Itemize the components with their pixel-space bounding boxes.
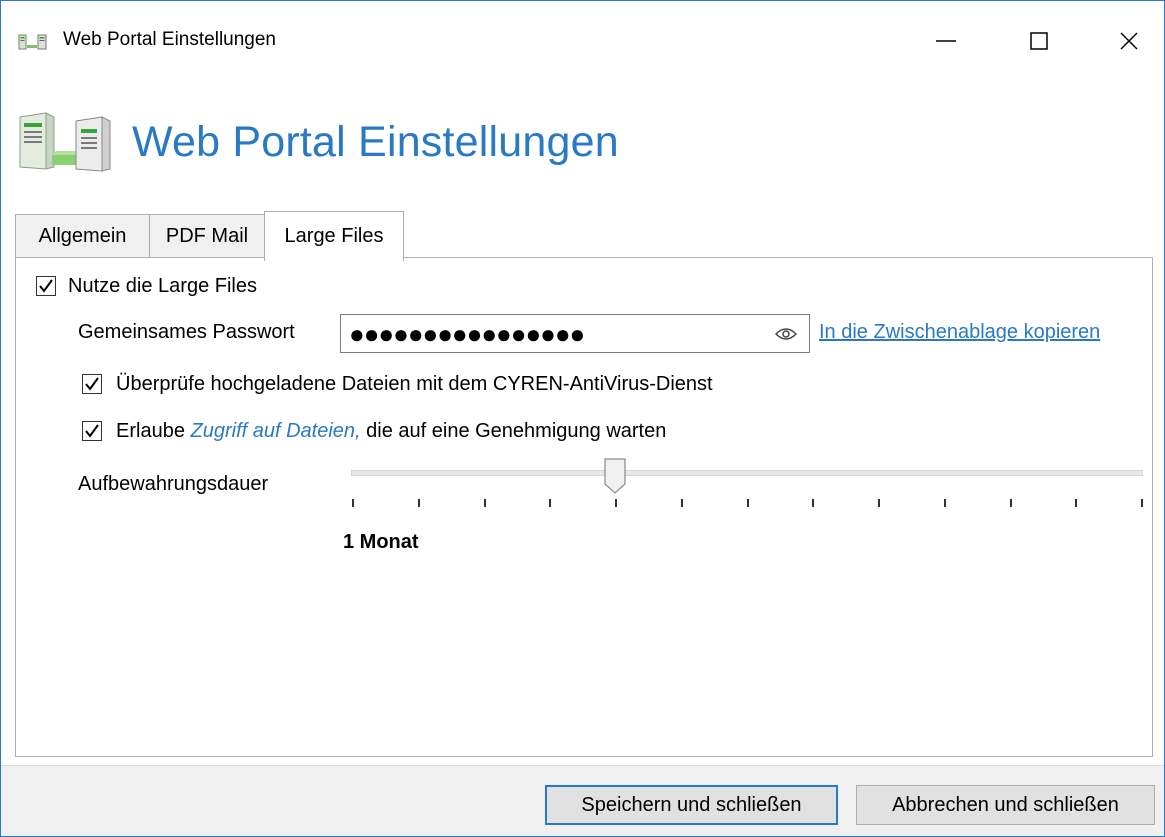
password-field[interactable]: ●●●●●●●●●●●●●●●● bbox=[340, 314, 810, 353]
page-title: Web Portal Einstellungen bbox=[132, 118, 619, 166]
cancel-and-close-button[interactable]: Abbrechen und schließen bbox=[856, 785, 1155, 825]
slider-tick bbox=[681, 499, 683, 507]
server-icon bbox=[19, 112, 111, 172]
use-large-files-checkbox[interactable] bbox=[36, 276, 56, 296]
use-large-files-label[interactable]: Nutze die Large Files bbox=[68, 275, 257, 298]
slider-tick bbox=[418, 499, 420, 507]
eye-icon[interactable] bbox=[775, 326, 797, 342]
slider-tick bbox=[812, 499, 814, 507]
dialog-header: Web Portal Einstellungen bbox=[1, 81, 1164, 201]
slider-tick bbox=[549, 499, 551, 507]
antivirus-checkbox[interactable] bbox=[82, 374, 102, 394]
checkmark-icon bbox=[39, 279, 53, 293]
password-value: ●●●●●●●●●●●●●●●● bbox=[349, 319, 585, 349]
maximize-icon bbox=[1030, 32, 1048, 50]
retention-label: Aufbewahrungsdauer bbox=[78, 473, 269, 495]
allow-access-suffix: die auf eine Genehmigung warten bbox=[360, 420, 667, 442]
slider-tick bbox=[878, 499, 880, 507]
slider-tick bbox=[747, 499, 749, 507]
close-icon bbox=[1120, 32, 1138, 50]
server-icon bbox=[18, 34, 47, 50]
retention-slider-thumb[interactable] bbox=[604, 458, 626, 494]
retention-value: 1 Monat bbox=[343, 531, 419, 553]
save-and-close-button[interactable]: Speichern und schließen bbox=[545, 785, 838, 825]
minimize-button[interactable] bbox=[911, 11, 981, 71]
slider-tick bbox=[484, 499, 486, 507]
tab-allgemein[interactable]: Allgemein bbox=[15, 214, 150, 258]
maximize-button[interactable] bbox=[1004, 11, 1074, 71]
allow-access-prefix: Erlaube bbox=[116, 420, 191, 442]
allow-access-checkbox[interactable] bbox=[82, 421, 102, 441]
allow-access-label[interactable]: Erlaube Zugriff auf Dateien, die auf ein… bbox=[116, 420, 666, 443]
slider-tick bbox=[352, 499, 354, 507]
copy-to-clipboard-link[interactable]: In die Zwischenablage kopieren bbox=[819, 321, 1100, 344]
checkmark-icon bbox=[85, 377, 99, 391]
retention-slider-track[interactable] bbox=[351, 470, 1143, 476]
close-button[interactable] bbox=[1094, 11, 1164, 71]
minimize-icon bbox=[936, 40, 956, 42]
window-title: Web Portal Einstellungen bbox=[63, 29, 276, 50]
title-bar: Web Portal Einstellungen bbox=[1, 1, 1164, 81]
password-label: Gemeinsames Passwort bbox=[78, 321, 295, 343]
slider-tick bbox=[1141, 499, 1143, 507]
tab-large-files[interactable]: Large Files bbox=[264, 211, 404, 261]
slider-tick bbox=[944, 499, 946, 507]
tab-pdf-mail[interactable]: PDF Mail bbox=[149, 214, 265, 258]
settings-window: Web Portal Einstellungen Web Portal Eins… bbox=[0, 0, 1165, 837]
slider-tick bbox=[1075, 499, 1077, 507]
pending-files-link[interactable]: Zugriff auf Dateien, bbox=[191, 420, 361, 442]
antivirus-label[interactable]: Überprüfe hochgeladene Dateien mit dem C… bbox=[116, 373, 713, 396]
slider-tick bbox=[615, 499, 617, 507]
slider-tick bbox=[1010, 499, 1012, 507]
checkmark-icon bbox=[85, 424, 99, 438]
